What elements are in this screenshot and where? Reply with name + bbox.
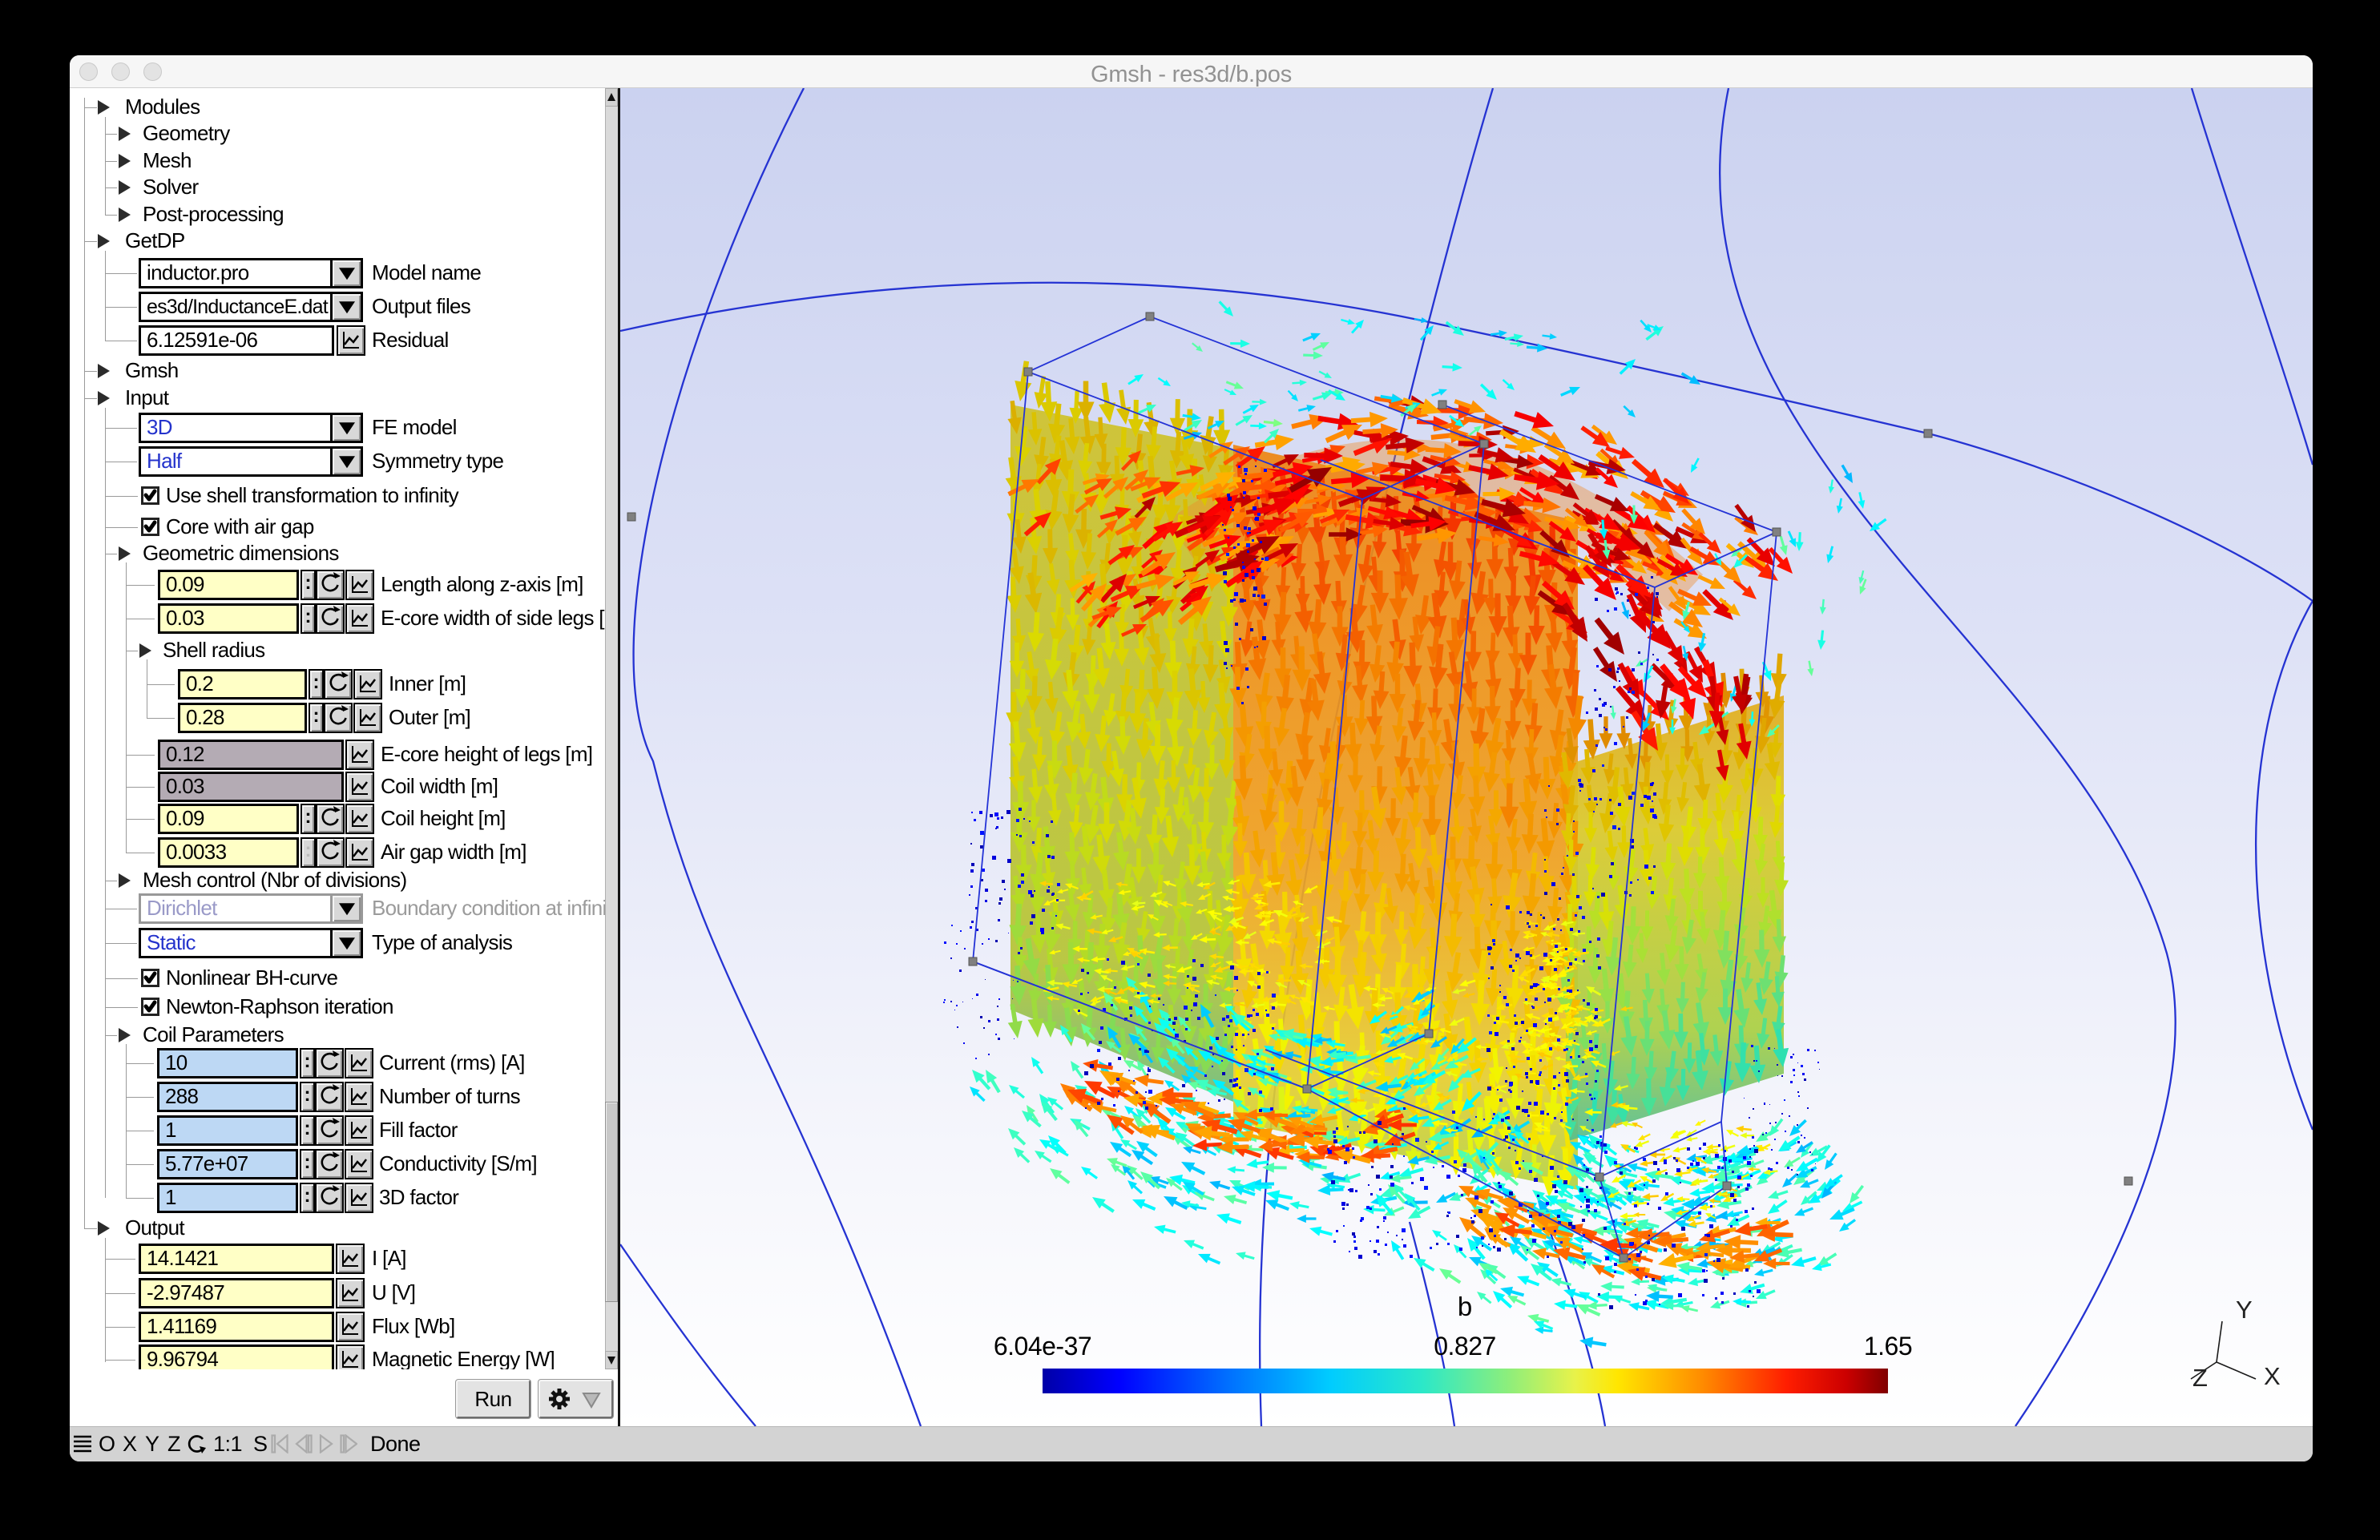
svg-text:X: X (2264, 1362, 2281, 1390)
svg-text:6.04e-37: 6.04e-37 (994, 1332, 1091, 1361)
svg-text:Z: Z (2192, 1364, 2208, 1392)
svg-text:b: b (1458, 1292, 1472, 1321)
svg-text:Y: Y (2236, 1296, 2253, 1324)
svg-text:1.65: 1.65 (1864, 1332, 1912, 1361)
svg-text:0.827: 0.827 (1434, 1332, 1496, 1361)
